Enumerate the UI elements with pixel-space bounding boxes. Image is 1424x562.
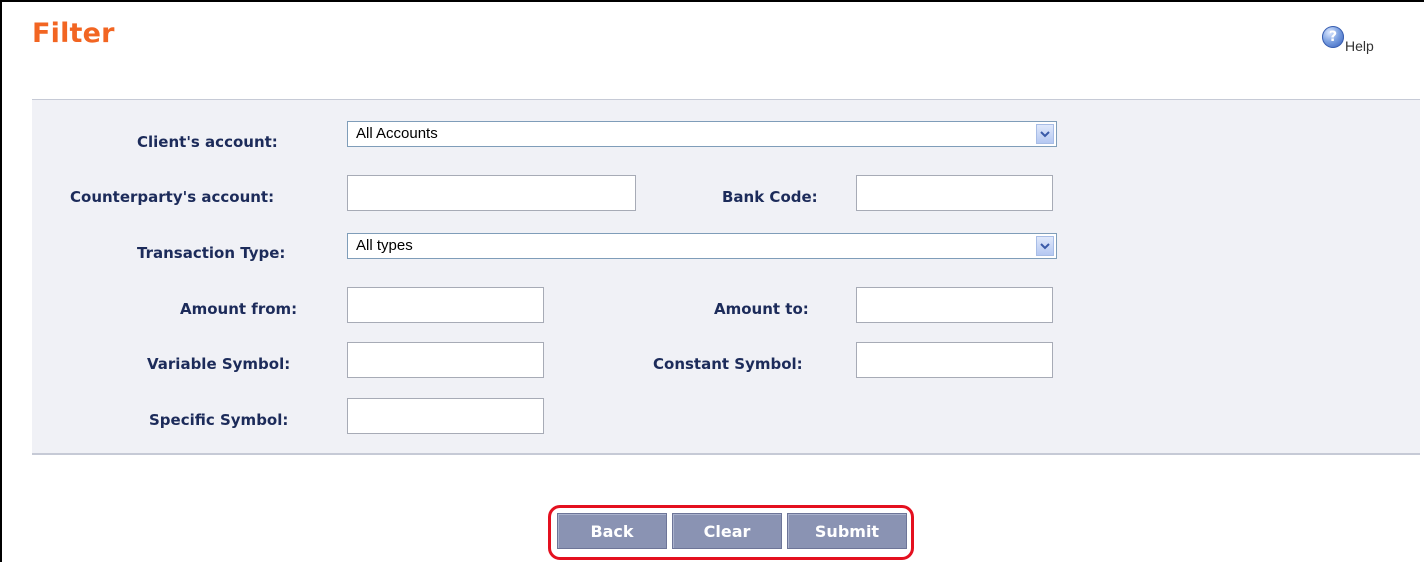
back-button[interactable]: Back	[557, 513, 667, 549]
clear-button[interactable]: Clear	[672, 513, 782, 549]
help-label: Help	[1345, 38, 1374, 54]
amount-from-input[interactable]	[347, 287, 544, 323]
specific-symbol-label: Specific Symbol:	[149, 411, 289, 429]
counterparty-account-label: Counterparty's account:	[70, 188, 275, 206]
counterparty-account-input[interactable]	[347, 175, 636, 211]
bank-code-input[interactable]	[856, 175, 1053, 211]
chevron-down-icon[interactable]	[1036, 236, 1054, 256]
client-account-label: Client's account:	[137, 133, 278, 151]
window-left-border	[0, 0, 2, 562]
amount-to-input[interactable]	[856, 287, 1053, 323]
client-account-value: All Accounts	[356, 125, 438, 142]
amount-to-label: Amount to:	[714, 300, 809, 318]
client-account-select[interactable]: All Accounts	[347, 121, 1057, 147]
variable-symbol-input[interactable]	[347, 342, 544, 378]
amount-from-label: Amount from:	[180, 300, 298, 318]
help-link[interactable]: ? Help	[1322, 26, 1374, 54]
page-title: Filter	[32, 18, 115, 49]
specific-symbol-input[interactable]	[347, 398, 544, 434]
submit-button[interactable]: Submit	[787, 513, 907, 549]
bank-code-label: Bank Code:	[722, 188, 818, 206]
transaction-type-select[interactable]: All types	[347, 233, 1057, 259]
chevron-down-icon[interactable]	[1036, 124, 1054, 144]
window-top-border	[0, 0, 1424, 2]
transaction-type-value: All types	[356, 237, 413, 254]
transaction-type-label: Transaction Type:	[137, 244, 286, 262]
constant-symbol-input[interactable]	[856, 342, 1053, 378]
constant-symbol-label: Constant Symbol:	[653, 355, 803, 373]
filter-panel	[32, 99, 1420, 455]
variable-symbol-label: Variable Symbol:	[147, 355, 291, 373]
help-question-icon: ?	[1322, 26, 1344, 48]
